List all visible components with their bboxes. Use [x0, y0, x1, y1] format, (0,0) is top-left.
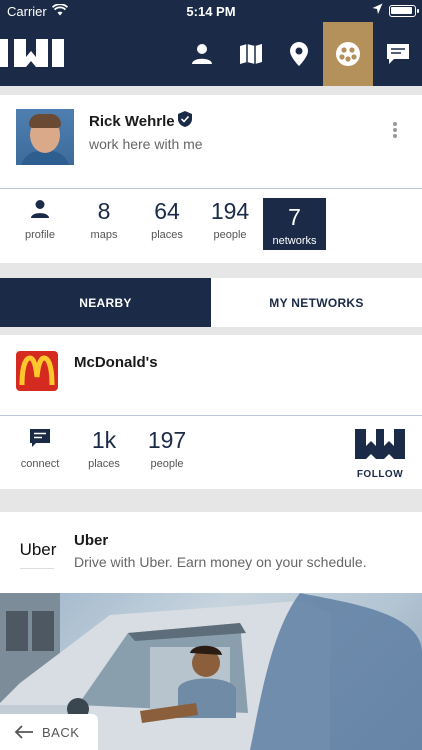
profile-subtitle: work here with me — [89, 136, 203, 152]
network-name: McDonald's — [74, 354, 158, 371]
profile-name: Rick Wehrle — [89, 113, 175, 130]
avatar[interactable] — [16, 109, 74, 165]
profile-card: Rick Wehrle work here with me profile 8 … — [0, 95, 422, 263]
battery-icon — [389, 5, 419, 17]
person-icon — [14, 198, 66, 224]
status-bar: Carrier 5:14 PM — [0, 0, 422, 22]
stat-maps[interactable]: 8 maps — [80, 198, 128, 250]
stat-value: 197 — [147, 427, 187, 453]
stat-value: 7 — [288, 204, 301, 230]
stat-label: connect — [20, 458, 60, 470]
stat-people[interactable]: 197 people — [143, 427, 191, 470]
network-tabs: NEARBY MY NETWORKS — [0, 278, 422, 327]
follow-logo-icon[interactable] — [355, 429, 405, 459]
back-button[interactable]: BACK — [0, 714, 98, 750]
location-arrow-icon — [372, 3, 383, 18]
stat-label: people — [150, 458, 184, 470]
stat-label: people — [213, 229, 247, 241]
tab-nearby[interactable]: NEARBY — [0, 278, 211, 327]
logo-underline — [20, 568, 54, 569]
clock: 5:14 PM — [186, 4, 236, 19]
stat-value: 1k — [91, 427, 117, 453]
stat-value: 194 — [210, 198, 250, 224]
tab-my-networks[interactable]: MY NETWORKS — [211, 278, 422, 327]
connect-button[interactable]: connect — [14, 427, 66, 470]
stat-label: maps — [90, 229, 118, 241]
stat-profile[interactable]: profile — [14, 198, 66, 250]
top-nav-bar — [0, 22, 422, 86]
stat-label: profile — [25, 229, 55, 241]
stat-label: networks — [272, 235, 317, 247]
logo-icon[interactable] — [0, 36, 70, 70]
networks-icon[interactable] — [323, 22, 373, 86]
divider — [0, 188, 422, 189]
stat-value: 64 — [154, 198, 180, 224]
chat-icon[interactable] — [374, 22, 422, 86]
network-description: Drive with Uber. Earn money on your sche… — [74, 554, 367, 570]
follow-button[interactable]: FOLLOW — [340, 469, 420, 480]
verified-badge-icon — [178, 111, 192, 132]
stat-label: places — [151, 229, 183, 241]
divider — [0, 415, 422, 416]
stat-networks[interactable]: 7 networks — [263, 198, 326, 250]
more-options-icon[interactable] — [393, 122, 401, 142]
network-name: Uber — [74, 532, 109, 549]
stat-value: 8 — [97, 198, 111, 224]
stat-places[interactable]: 1k places — [80, 427, 128, 470]
stat-label: places — [88, 458, 120, 470]
stat-places[interactable]: 64 places — [143, 198, 191, 250]
mcdonalds-logo-icon — [16, 351, 58, 391]
network-card-mcdonalds[interactable]: McDonald's connect 1k places 197 people … — [0, 335, 422, 489]
person-icon[interactable] — [178, 22, 226, 86]
chat-icon — [14, 427, 66, 453]
map-icon[interactable] — [227, 22, 275, 86]
arrow-left-icon — [14, 725, 34, 739]
stat-people[interactable]: 194 people — [204, 198, 256, 250]
uber-logo: Uber — [19, 540, 57, 559]
location-pin-icon[interactable] — [275, 22, 323, 86]
back-label: BACK — [42, 724, 80, 740]
